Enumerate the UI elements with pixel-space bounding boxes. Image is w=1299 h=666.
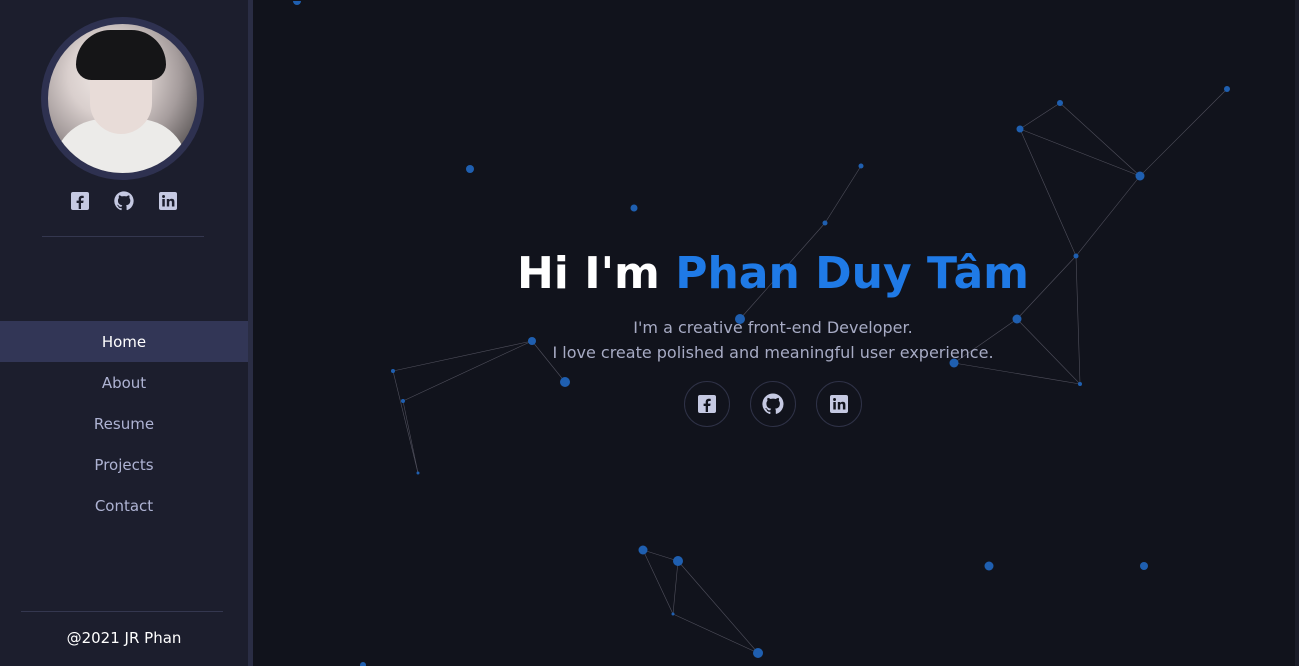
github-icon[interactable] — [113, 190, 135, 212]
page-scrollbar[interactable] — [1295, 0, 1299, 666]
hero-subtitle: I'm a creative front-end Developer. I lo… — [253, 315, 1293, 365]
avatar-photo — [48, 24, 197, 173]
hero-name: Phan Duy Tâm — [675, 248, 1030, 299]
hero-github-button[interactable] — [750, 381, 796, 427]
sidebar-social-links — [0, 190, 248, 212]
hero-title: Hi I'm Phan Duy Tâm — [253, 247, 1293, 301]
hero-subtitle-line2: I love create polished and meaningful us… — [552, 343, 994, 362]
sidebar-divider-top — [42, 236, 204, 237]
linkedin-icon[interactable] — [157, 190, 179, 212]
nav-item-home[interactable]: Home — [0, 321, 248, 362]
sidebar: Home About Resume Projects Contact @2021… — [0, 0, 253, 666]
hero-social-links — [253, 381, 1293, 427]
hero-section: Hi I'm Phan Duy Tâm I'm a creative front… — [253, 1, 1295, 666]
hero-greeting: Hi I'm — [516, 248, 676, 299]
github-icon — [762, 393, 784, 415]
hero-content: Hi I'm Phan Duy Tâm I'm a creative front… — [253, 247, 1293, 427]
nav-item-about[interactable]: About — [0, 362, 248, 403]
nav-item-contact[interactable]: Contact — [0, 485, 248, 526]
facebook-icon — [698, 395, 716, 413]
facebook-icon[interactable] — [69, 190, 91, 212]
avatar — [41, 17, 204, 180]
sidebar-divider-bottom — [21, 611, 223, 612]
nav-item-resume[interactable]: Resume — [0, 403, 248, 444]
linkedin-icon — [830, 395, 848, 413]
hero-facebook-button[interactable] — [684, 381, 730, 427]
copyright-text: @2021 JR Phan — [66, 629, 182, 647]
hero-linkedin-button[interactable] — [816, 381, 862, 427]
sidebar-nav: Home About Resume Projects Contact — [0, 321, 248, 526]
hero-subtitle-line1: I'm a creative front-end Developer. — [633, 318, 913, 337]
nav-item-projects[interactable]: Projects — [0, 444, 248, 485]
